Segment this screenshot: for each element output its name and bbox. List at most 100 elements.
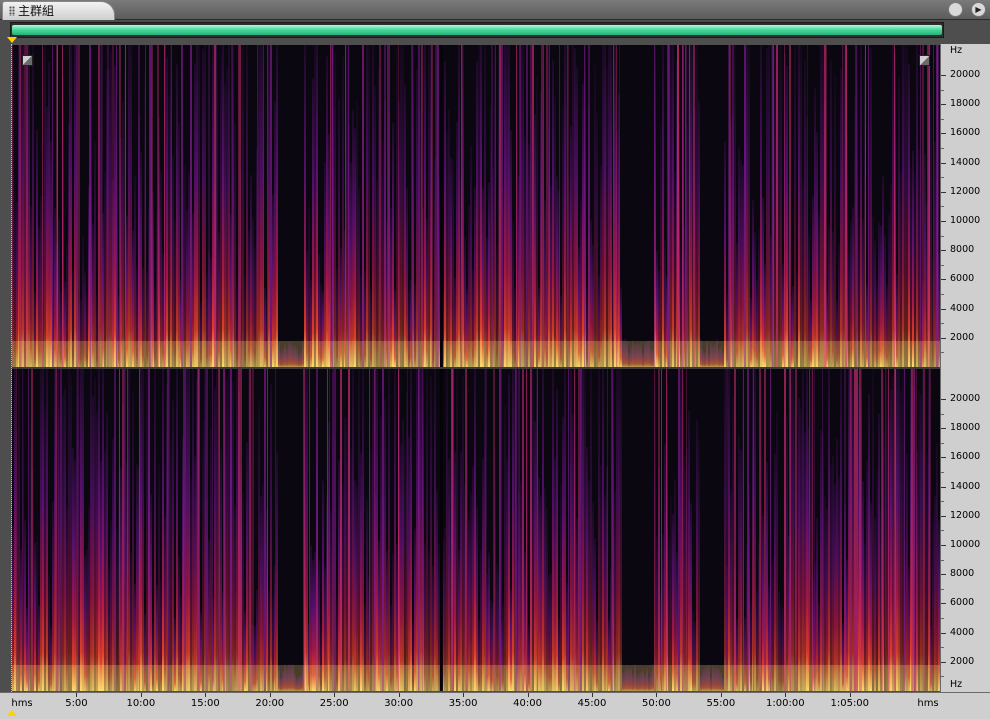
transient-line (846, 45, 847, 367)
time-unit-label: hms (11, 698, 33, 709)
spectrum-column (890, 182, 892, 367)
time-tick (463, 693, 465, 697)
spectrum-column (158, 464, 160, 691)
spectrum-column (562, 416, 564, 691)
spectrum-column (372, 369, 374, 691)
transient-line (238, 369, 240, 691)
frequency-ruler-2[interactable]: 20000 18000 16000 14000 12000 10000 8000 6000 40… (940, 368, 990, 692)
transient-line (101, 45, 103, 367)
spectrum-column (88, 505, 90, 691)
spectrum-column (356, 485, 358, 691)
transient-line (865, 45, 866, 367)
spectrum-column (430, 376, 432, 691)
circle-menu-icon[interactable] (947, 2, 963, 17)
playhead-bottom-marker-icon[interactable] (7, 710, 17, 716)
spectrum-column (392, 123, 394, 367)
spectrum-column (436, 489, 438, 691)
freq-label: 10000 (950, 214, 981, 226)
zoom-corner-left-icon[interactable] (22, 55, 33, 66)
spectrum-column (862, 481, 864, 691)
spectrum-column (242, 45, 244, 367)
spectrum-column (930, 94, 932, 367)
spectrum-column (342, 56, 344, 367)
spectrum-column (836, 438, 838, 691)
spectrum-column (732, 395, 734, 691)
spectrum-column (456, 122, 458, 367)
spectrum-column (220, 449, 222, 691)
transient-line (239, 45, 241, 367)
spectrum-column (338, 98, 340, 367)
transient-line (922, 45, 924, 367)
transient-line (437, 45, 439, 367)
tab-main-group[interactable]: 主群組 (2, 1, 116, 20)
transient-line (784, 369, 786, 691)
spectrum-column (822, 45, 824, 367)
transient-line (613, 45, 614, 367)
transient-line (411, 45, 413, 367)
spectrum-column (774, 453, 776, 691)
spectrum-column (172, 399, 174, 691)
spectrum-column (800, 45, 802, 367)
frequency-ruler-1[interactable]: 20000 18000 16000 14000 12000 10000 8000 6000 40… (940, 44, 990, 368)
spectrogram-channel-2[interactable] (12, 369, 940, 691)
spectrum-column (934, 495, 936, 691)
transient-line (333, 45, 334, 367)
transient-line (936, 45, 938, 367)
transient-line (303, 369, 305, 691)
transient-line (809, 369, 810, 691)
spectrum-column (402, 45, 404, 367)
spectrum-column (136, 464, 138, 691)
spectrum-column (114, 65, 116, 367)
spectrum-column (554, 457, 556, 691)
spectrum-column (234, 122, 236, 367)
transient-line (493, 369, 495, 691)
spectrum-column (154, 369, 156, 691)
spectrum-column (602, 369, 604, 691)
spectrogram-channel-1[interactable] (12, 45, 940, 367)
spectrum-column (510, 130, 512, 367)
playhead-top-marker-icon[interactable] (7, 37, 17, 43)
spectrum-column (870, 503, 872, 691)
freq-minor-tick (941, 559, 944, 561)
transient-line (533, 45, 534, 367)
spectrum-column (572, 45, 574, 367)
spectrum-column (162, 369, 164, 691)
spectrum-column (546, 508, 548, 691)
spectrum-column (920, 394, 922, 691)
spectrum-column (570, 125, 572, 367)
spectrum-column (852, 369, 854, 691)
play-icon[interactable]: ▶ (971, 2, 986, 17)
spectrum-column (212, 45, 214, 367)
spectrum-column (326, 56, 328, 367)
visible-range-handle[interactable] (12, 25, 942, 35)
spectrum-column (876, 469, 878, 691)
spectrum-column (798, 45, 800, 367)
freq-minor-tick (941, 323, 944, 325)
spectrum-column (840, 369, 842, 691)
spectrum-column (380, 416, 382, 691)
spectrum-column (828, 369, 830, 691)
transient-line (812, 369, 813, 691)
time-ruler[interactable]: hms 5:00 10:00 15:00 20:00 25:00 30:00 35:00 40:… (0, 692, 990, 719)
spectrum-column (32, 45, 34, 367)
transient-line (398, 369, 399, 691)
spectrum-column (680, 369, 682, 691)
grip-icon[interactable] (9, 6, 15, 16)
spectrum-column (538, 477, 540, 691)
spectrum-column (600, 464, 602, 691)
zoom-corner-right-icon[interactable] (919, 55, 930, 66)
spectrum-column (372, 45, 374, 367)
spectrum-column (596, 113, 598, 367)
freq-minor-tick (941, 676, 944, 678)
spectrum-column (250, 174, 252, 367)
panel-header: 主群組 ▶ (0, 0, 990, 20)
zoom-overview-bar[interactable] (10, 22, 944, 38)
spectrum-column (900, 390, 902, 691)
low-frequency-band (12, 341, 940, 367)
transient-line (145, 45, 146, 367)
spectrum-column (370, 449, 372, 691)
spectrum-column (342, 484, 344, 691)
transient-line (844, 369, 846, 691)
spectrum-column (198, 45, 200, 367)
spectrum-column (312, 78, 314, 367)
